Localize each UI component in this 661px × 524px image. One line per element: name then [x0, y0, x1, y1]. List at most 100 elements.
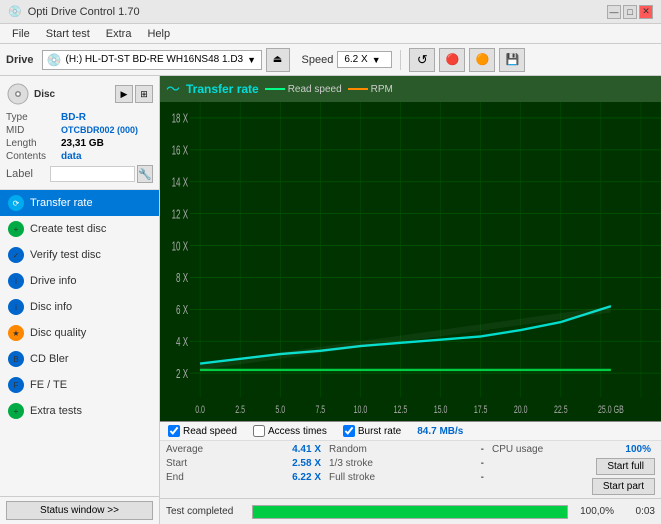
chart-svg: 18 X 16 X 14 X 12 X 10 X 8 X 6 X 4 X 2 X… — [160, 102, 661, 421]
menu-start-test[interactable]: Start test — [38, 26, 98, 42]
app-title: Opti Drive Control 1.70 — [28, 6, 140, 18]
menu-help[interactable]: Help — [139, 26, 178, 42]
stat-random-label: Random — [329, 444, 367, 455]
stat-cpu-value: 100% — [625, 444, 651, 455]
title-bar-controls: — □ ✕ — [607, 5, 653, 19]
stat-average-value: 4.41 X — [292, 444, 321, 455]
stat-end-row: End 6.22 X — [166, 471, 329, 484]
refresh-button[interactable]: ↺ — [409, 48, 435, 72]
disc-mid-value: OTCBDR002 (000) — [61, 125, 138, 136]
stat-start-row: Start 2.58 X — [166, 457, 329, 470]
nav-extra-tests[interactable]: + Extra tests — [0, 398, 159, 424]
legend-read-color — [265, 88, 285, 90]
nav-transfer-rate[interactable]: ⟳ Transfer rate — [0, 190, 159, 216]
status-window-button[interactable]: Status window >> — [6, 501, 153, 520]
progress-bar-container — [252, 505, 568, 519]
nav-drive-info[interactable]: i Drive info — [0, 268, 159, 294]
stat-fullstroke-row: Full stroke - — [329, 471, 492, 484]
start-full-row: Start full — [492, 457, 655, 476]
stat-end-label: End — [166, 472, 184, 483]
eject-button[interactable]: ⏏ — [266, 48, 290, 72]
nav-icon-transfer-rate: ⟳ — [8, 195, 24, 211]
disc-info-panel: Disc ▶ ⊞ Type BD-R MID OTCBDR002 (000) L… — [0, 76, 159, 190]
checkbox-burst-rate-input[interactable] — [343, 425, 355, 437]
minimize-button[interactable]: — — [607, 5, 621, 19]
stat-average-label: Average — [166, 444, 203, 455]
burn-button[interactable]: 🟠 — [469, 48, 495, 72]
nav-icon-create-test-disc: + — [8, 221, 24, 237]
svg-text:15.0: 15.0 — [434, 403, 448, 415]
svg-text:2 X: 2 X — [176, 367, 188, 381]
stat-end-value: 6.22 X — [292, 472, 321, 483]
svg-text:18 X: 18 X — [172, 112, 188, 126]
disc-type-row: Type BD-R — [6, 112, 153, 123]
svg-text:0.0: 0.0 — [195, 403, 205, 415]
nav-label-fe-te: FE / TE — [30, 379, 67, 391]
title-bar-left: 💿 Opti Drive Control 1.70 — [8, 5, 140, 18]
disc-icon — [6, 82, 30, 106]
checkbox-access-times-input[interactable] — [253, 425, 265, 437]
chart-header: 〜 Transfer rate Read speed RPM — [160, 76, 661, 102]
stats-col2: Random - 1/3 stroke - Full stroke - — [329, 443, 492, 496]
nav-label-cd-bler: CD Bler — [30, 353, 69, 365]
nav-label-disc-info: Disc info — [30, 301, 72, 313]
menu-file[interactable]: File — [4, 26, 38, 42]
toolbar: Drive 💿 (H:) HL-DT-ST BD-RE WH16NS48 1.D… — [0, 44, 661, 76]
nav-disc-quality[interactable]: ★ Disc quality — [0, 320, 159, 346]
checkbox-read-speed[interactable]: Read speed — [168, 425, 237, 437]
disc-contents-value[interactable]: data — [61, 151, 82, 162]
main-layout: Disc ▶ ⊞ Type BD-R MID OTCBDR002 (000) L… — [0, 76, 661, 524]
start-full-button[interactable]: Start full — [596, 458, 655, 475]
disc-type-value: BD-R — [61, 112, 86, 123]
speed-select[interactable]: 6.2 X ▼ — [337, 51, 392, 68]
stats-col1: Average 4.41 X Start 2.58 X End 6.22 X — [166, 443, 329, 496]
nav-label-transfer-rate: Transfer rate — [30, 197, 93, 209]
nav-disc-info[interactable]: i Disc info — [0, 294, 159, 320]
disc-label-input[interactable] — [50, 166, 135, 182]
stat-cpu-row: CPU usage 100% — [492, 443, 655, 456]
sidebar: Disc ▶ ⊞ Type BD-R MID OTCBDR002 (000) L… — [0, 76, 160, 524]
disc-label-edit-button[interactable]: 🔧 — [137, 165, 153, 183]
stats-col3: CPU usage 100% Start full Start part — [492, 443, 655, 496]
toolbar-separator — [400, 50, 401, 70]
disc-contents-row: Contents data — [6, 151, 153, 162]
checkbox-read-speed-input[interactable] — [168, 425, 180, 437]
menu-bar: File Start test Extra Help — [0, 24, 661, 44]
menu-extra[interactable]: Extra — [98, 26, 140, 42]
burst-rate-value: 84.7 MB/s — [417, 426, 463, 437]
stat-random-row: Random - — [329, 443, 492, 456]
drive-dropdown-arrow: ▼ — [247, 55, 256, 65]
maximize-button[interactable]: □ — [623, 5, 637, 19]
disc-contents-label: Contents — [6, 151, 61, 162]
stat-fullstroke-label: Full stroke — [329, 472, 375, 483]
svg-text:25.0 GB: 25.0 GB — [598, 403, 624, 415]
disc-icon-btn2[interactable]: ⊞ — [135, 85, 153, 103]
checkbox-burst-rate[interactable]: Burst rate — [343, 425, 401, 437]
svg-text:20.0: 20.0 — [514, 403, 528, 415]
nav-icon-fe-te: F — [8, 377, 24, 393]
drive-select[interactable]: 💿 (H:) HL-DT-ST BD-RE WH16NS48 1.D3 ▼ — [42, 50, 262, 70]
nav-icon-extra-tests: + — [8, 403, 24, 419]
disc-length-label: Length — [6, 138, 61, 149]
nav-fe-te[interactable]: F FE / TE — [0, 372, 159, 398]
svg-text:12.5: 12.5 — [394, 403, 408, 415]
checkbox-read-speed-label: Read speed — [183, 426, 237, 437]
disc-label-row: Label 🔧 — [6, 165, 153, 183]
disc-erase-button[interactable]: 🔴 — [439, 48, 465, 72]
legend-rpm-label: RPM — [371, 84, 393, 95]
disc-icon-btn1[interactable]: ▶ — [115, 85, 133, 103]
save-button[interactable]: 💾 — [499, 48, 525, 72]
nav-cd-bler[interactable]: B CD Bler — [0, 346, 159, 372]
legend-read-speed: Read speed — [265, 84, 342, 95]
svg-text:10.0: 10.0 — [354, 403, 368, 415]
nav-verify-test-disc[interactable]: ✓ Verify test disc — [0, 242, 159, 268]
nav-create-test-disc[interactable]: + Create test disc — [0, 216, 159, 242]
disc-label-label: Label — [6, 168, 48, 180]
disc-length-value: 23,31 GB — [61, 138, 104, 149]
stats-row: Average 4.41 X Start 2.58 X End 6.22 X — [160, 441, 661, 498]
checkbox-access-times[interactable]: Access times — [253, 425, 327, 437]
svg-text:7.5: 7.5 — [315, 403, 325, 415]
close-button[interactable]: ✕ — [639, 5, 653, 19]
start-part-button[interactable]: Start part — [592, 478, 655, 495]
stat-average-row: Average 4.41 X — [166, 443, 329, 456]
